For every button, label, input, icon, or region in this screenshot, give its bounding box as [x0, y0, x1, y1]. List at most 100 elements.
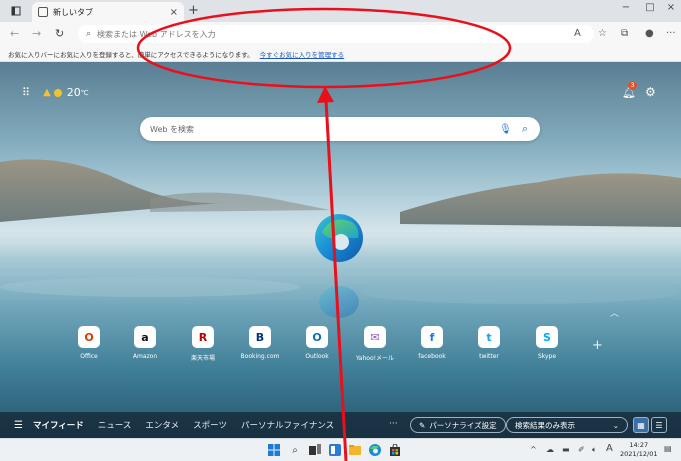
- quick-link-label: Outlook: [305, 353, 329, 360]
- chevron-down-icon: ⌄: [612, 420, 619, 430]
- quick-link-icon: ✉: [364, 326, 386, 348]
- apps-grid-icon[interactable]: ⠿: [22, 86, 30, 99]
- chevron-up-icon[interactable]: ^: [530, 445, 537, 454]
- settings-gear-icon[interactable]: ⚙: [645, 85, 656, 99]
- quick-link-label: Booking.com: [240, 353, 280, 360]
- clock[interactable]: 14:27 2021/12/01: [620, 441, 657, 459]
- quick-link-tile[interactable]: a Amazon: [120, 326, 170, 360]
- quick-link-label: facebook: [418, 353, 446, 360]
- quick-link-icon: S: [536, 326, 558, 348]
- close-button[interactable]: ×: [661, 2, 681, 13]
- store-icon[interactable]: [388, 443, 402, 457]
- quick-link-label: Skype: [537, 353, 557, 360]
- more-icon[interactable]: ···: [389, 419, 398, 429]
- quick-link-icon: O: [78, 326, 100, 348]
- favorites-icon[interactable]: ☆: [598, 28, 607, 39]
- maximize-button[interactable]: □: [640, 2, 660, 13]
- quick-link-tile[interactable]: t twitter: [464, 326, 514, 360]
- tab-actions-icon[interactable]: [8, 3, 24, 19]
- task-view-icon[interactable]: [308, 443, 322, 457]
- add-quick-link-button[interactable]: +: [592, 338, 603, 353]
- read-aloud-icon[interactable]: A: [574, 28, 581, 39]
- quick-link-tile[interactable]: f facebook: [407, 326, 457, 360]
- personalize-label: パーソナライズ設定: [429, 420, 497, 430]
- personalize-button[interactable]: ✎ パーソナライズ設定: [410, 417, 506, 433]
- pen-icon[interactable]: ✐: [578, 445, 585, 454]
- profile-icon[interactable]: ●: [645, 28, 654, 39]
- more-icon[interactable]: ···: [666, 28, 676, 39]
- list-view-button[interactable]: ☰: [651, 417, 667, 433]
- ime-indicator[interactable]: A: [606, 443, 613, 454]
- quick-link-tile[interactable]: B Booking.com: [235, 326, 285, 360]
- clock-time: 14:27: [629, 441, 649, 449]
- quick-link-label: Office: [80, 353, 98, 360]
- edge-icon[interactable]: [368, 443, 382, 457]
- favorites-message: お気に入りバーにお気に入りを登録すると、簡単にアクセスできるようになります。: [8, 50, 254, 59]
- feed-tab[interactable]: エンタメ: [145, 419, 179, 431]
- network-icon[interactable]: ☁: [546, 445, 554, 454]
- chevron-up-icon[interactable]: ︿: [610, 306, 619, 319]
- file-explorer-icon[interactable]: [348, 443, 362, 457]
- microphone-icon[interactable]: 🎙︎: [499, 124, 512, 135]
- quick-link-icon: B: [249, 326, 271, 348]
- new-tab-page: ⠿ ▲ 20 ℃ 🔔︎ 3 ⚙ Web を検索 🎙︎ ⌕ O Office a Ama…: [0, 62, 681, 438]
- feed-tab[interactable]: マイフィード: [33, 419, 84, 431]
- feed-filter-label: 検索結果のみ表示: [515, 420, 575, 430]
- forward-icon[interactable]: →: [32, 27, 41, 40]
- weather-widget[interactable]: ⠿ ▲ 20 ℃: [22, 86, 89, 99]
- edge-logo-icon: [315, 214, 363, 318]
- temperature-unit: ℃: [80, 88, 89, 97]
- feed-tab[interactable]: パーソナルファイナンス: [241, 419, 334, 431]
- quick-link-label: Yahoo!メール: [355, 355, 395, 362]
- quick-link-icon: f: [421, 326, 443, 348]
- feed-tab[interactable]: スポーツ: [193, 419, 227, 431]
- notifications-icon[interactable]: 🔔︎ 3: [622, 81, 637, 99]
- quick-link-label: Amazon: [132, 353, 158, 360]
- feed-tab[interactable]: ニュース: [98, 419, 132, 431]
- search-icon[interactable]: ⌕: [522, 122, 528, 136]
- notification-badge: 3: [628, 81, 637, 90]
- clock-date: 2021/12/01: [620, 450, 658, 458]
- search-icon[interactable]: ⌕: [288, 443, 302, 457]
- taskbar: ⌕ ^ ☁ ▬ ✐ 🔈︎ A 14:27 2021/12/01 ▤: [0, 438, 681, 461]
- grid-view-button[interactable]: ▦: [633, 417, 649, 433]
- battery-icon[interactable]: ▬: [562, 445, 570, 454]
- quick-link-icon: a: [134, 326, 156, 348]
- tab-title: 新しいタブ: [53, 7, 93, 17]
- feed-filter-dropdown[interactable]: 検索結果のみ表示 ⌄: [506, 417, 628, 433]
- favorites-bar: お気に入りバーにお気に入りを登録すると、簡単にアクセスできるようになります。 今…: [0, 46, 681, 62]
- minimize-button[interactable]: −: [616, 2, 636, 13]
- refresh-icon[interactable]: ↻: [55, 27, 64, 40]
- collections-icon[interactable]: ⧉: [621, 28, 628, 39]
- volume-icon[interactable]: 🔈︎: [592, 445, 597, 455]
- quick-link-tile[interactable]: R 楽天市場: [178, 326, 228, 362]
- back-icon[interactable]: ←: [10, 27, 19, 40]
- quick-link-label: twitter: [479, 353, 499, 360]
- notification-center-icon[interactable]: ▤: [664, 444, 672, 453]
- search-icon: ⌕: [86, 29, 92, 39]
- widgets-icon[interactable]: [328, 443, 342, 457]
- quick-links: O Office a Amazon R 楽天市場 B Booking.com O Outlook ✉…: [64, 326, 624, 368]
- quick-link-icon: O: [306, 326, 328, 348]
- quick-link-tile[interactable]: O Office: [64, 326, 114, 360]
- quick-link-icon: t: [478, 326, 500, 348]
- web-search-placeholder: Web を検索: [150, 124, 194, 134]
- temperature: 20: [66, 86, 81, 99]
- web-search-box[interactable]: Web を検索 🎙︎ ⌕: [140, 117, 540, 141]
- warning-icon: ▲: [43, 87, 51, 98]
- toolbar: ← → ↻ ⌕ 検索または Web アドレスを入力 A ☆ ⧉ ● ···: [0, 22, 681, 46]
- new-tab-button[interactable]: +: [188, 3, 199, 18]
- pencil-icon: ✎: [419, 420, 426, 430]
- quick-link-tile[interactable]: O Outlook: [292, 326, 342, 360]
- address-bar[interactable]: ⌕ 検索または Web アドレスを入力: [78, 25, 594, 43]
- manage-favorites-link[interactable]: 今すぐお気に入りを管理する: [260, 49, 345, 59]
- address-placeholder: 検索または Web アドレスを入力: [97, 29, 216, 39]
- start-icon[interactable]: [267, 443, 281, 457]
- quick-link-icon: R: [192, 326, 214, 348]
- hamburger-menu-icon[interactable]: ☰: [14, 420, 23, 431]
- feed-tabs: マイフィード ニュース エンタメ スポーツ パーソナルファイナンス: [33, 419, 348, 431]
- quick-link-tile[interactable]: S Skype: [522, 326, 572, 360]
- quick-link-tile[interactable]: ✉ Yahoo!メール: [350, 326, 400, 362]
- tab-close-button[interactable]: ×: [170, 7, 178, 18]
- tab-new-tab[interactable]: 新しいタブ ×: [32, 2, 184, 22]
